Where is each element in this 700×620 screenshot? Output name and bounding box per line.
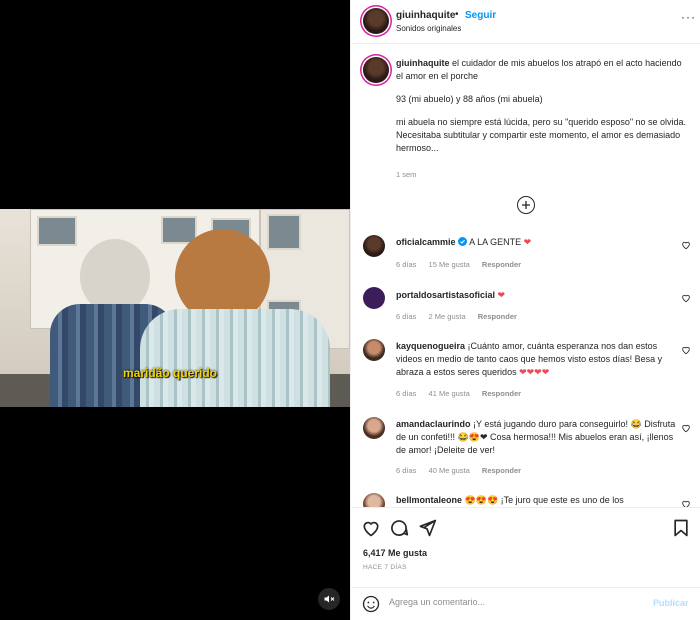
reply-button[interactable]: Responder xyxy=(482,389,521,398)
comment-likes[interactable]: 41 Me gusta xyxy=(429,389,470,398)
comment-meta: 6 días 2 Me gusta Responder xyxy=(396,312,527,321)
author-avatar[interactable] xyxy=(363,8,389,34)
post-actions: 6,417 Me gusta HACE 7 DÍAS xyxy=(351,507,700,587)
comment-time[interactable]: 6 días xyxy=(396,389,416,398)
reply-button[interactable]: Responder xyxy=(482,466,521,475)
comment-meta: 6 días 40 Me gusta Responder xyxy=(396,466,531,475)
comment-avatar[interactable] xyxy=(363,339,385,361)
like-icon[interactable] xyxy=(361,518,381,538)
verified-badge-icon xyxy=(458,237,468,246)
comment-icon[interactable] xyxy=(389,518,409,538)
comment-avatar[interactable] xyxy=(363,417,385,439)
load-more-comments-button[interactable] xyxy=(517,196,535,214)
like-comment-icon[interactable] xyxy=(681,240,691,250)
comment-username[interactable]: bellmontaleone xyxy=(396,495,462,505)
post-panel: giuinhaquite • Seguir Sonidos originales… xyxy=(350,0,700,620)
caption-username[interactable]: giuinhaquite xyxy=(396,58,450,68)
heart-emoji: ❤ xyxy=(523,237,532,247)
heart-emoji: ❤ xyxy=(497,290,506,300)
like-comment-icon[interactable] xyxy=(681,423,691,433)
speaker-muted-icon xyxy=(324,595,335,603)
comment-likes[interactable]: 2 Me gusta xyxy=(429,312,466,321)
comment-likes[interactable]: 40 Me gusta xyxy=(429,466,470,475)
comment-username[interactable]: oficialcammie xyxy=(396,237,456,247)
post-date[interactable]: HACE 7 DÍAS xyxy=(363,564,407,571)
video-subtitle: maridão querido xyxy=(123,366,218,380)
bookmark-icon[interactable] xyxy=(671,518,691,538)
like-comment-icon[interactable] xyxy=(681,499,691,507)
video-pane[interactable]: maridão querido xyxy=(0,0,350,620)
like-comment-icon[interactable] xyxy=(681,345,691,355)
grandmother-figure xyxy=(130,229,330,407)
plus-icon xyxy=(522,201,530,209)
emoji-icon[interactable] xyxy=(362,595,380,613)
comment-avatar[interactable] xyxy=(363,287,385,309)
caption-time[interactable]: 1 sem xyxy=(396,170,416,179)
reply-button[interactable]: Responder xyxy=(482,260,521,269)
comment-text: A LA GENTE xyxy=(469,237,522,247)
post-caption: giuinhaquite el cuidador de mis abuelos … xyxy=(396,57,691,165)
separator-dot: • xyxy=(455,9,459,20)
comment-meta: 6 días 15 Me gusta Responder xyxy=(396,260,531,269)
comment-input[interactable] xyxy=(389,597,639,607)
comment-meta: 6 días 41 Me gusta Responder xyxy=(396,389,531,398)
comment-likes[interactable]: 15 Me gusta xyxy=(429,260,470,269)
comment-username[interactable]: amandaclaurindo xyxy=(396,419,471,429)
share-icon[interactable] xyxy=(417,518,437,538)
comment-time[interactable]: 6 días xyxy=(396,260,416,269)
caption-avatar[interactable] xyxy=(363,57,389,83)
author-username[interactable]: giuinhaquite xyxy=(396,10,455,21)
post-header: giuinhaquite • Seguir Sonidos originales… xyxy=(351,0,700,44)
heart-emoji: ❤❤❤❤ xyxy=(519,367,550,377)
comment-bar: Publicar xyxy=(351,587,700,620)
comments-scroll[interactable]: giuinhaquite el cuidador de mis abuelos … xyxy=(351,45,700,507)
more-options-icon[interactable]: ··· xyxy=(681,10,696,24)
comment-text: 😍😍😍 ¡Te juro que este es uno de los xyxy=(464,495,624,505)
caption-line-2: 93 (mi abuelo) y 88 años (mi abuela) xyxy=(396,94,543,104)
like-comment-icon[interactable] xyxy=(681,293,691,303)
publish-button[interactable]: Publicar xyxy=(653,598,689,608)
reply-button[interactable]: Responder xyxy=(478,312,517,321)
follow-button[interactable]: Seguir xyxy=(465,10,496,21)
comment-avatar[interactable] xyxy=(363,493,385,507)
mute-button[interactable] xyxy=(318,588,340,610)
caption-line-3: mi abuela no siempre está lúcida, pero s… xyxy=(396,117,687,153)
comment-time[interactable]: 6 días xyxy=(396,312,416,321)
audio-label[interactable]: Sonidos originales xyxy=(396,24,461,33)
comment-username[interactable]: kayquenogueira xyxy=(396,341,465,351)
likes-count[interactable]: 6,417 Me gusta xyxy=(363,548,427,558)
comment-avatar[interactable] xyxy=(363,235,385,257)
comment-username[interactable]: portaldosartistasoficial xyxy=(396,290,495,300)
comment-time[interactable]: 6 días xyxy=(396,466,416,475)
